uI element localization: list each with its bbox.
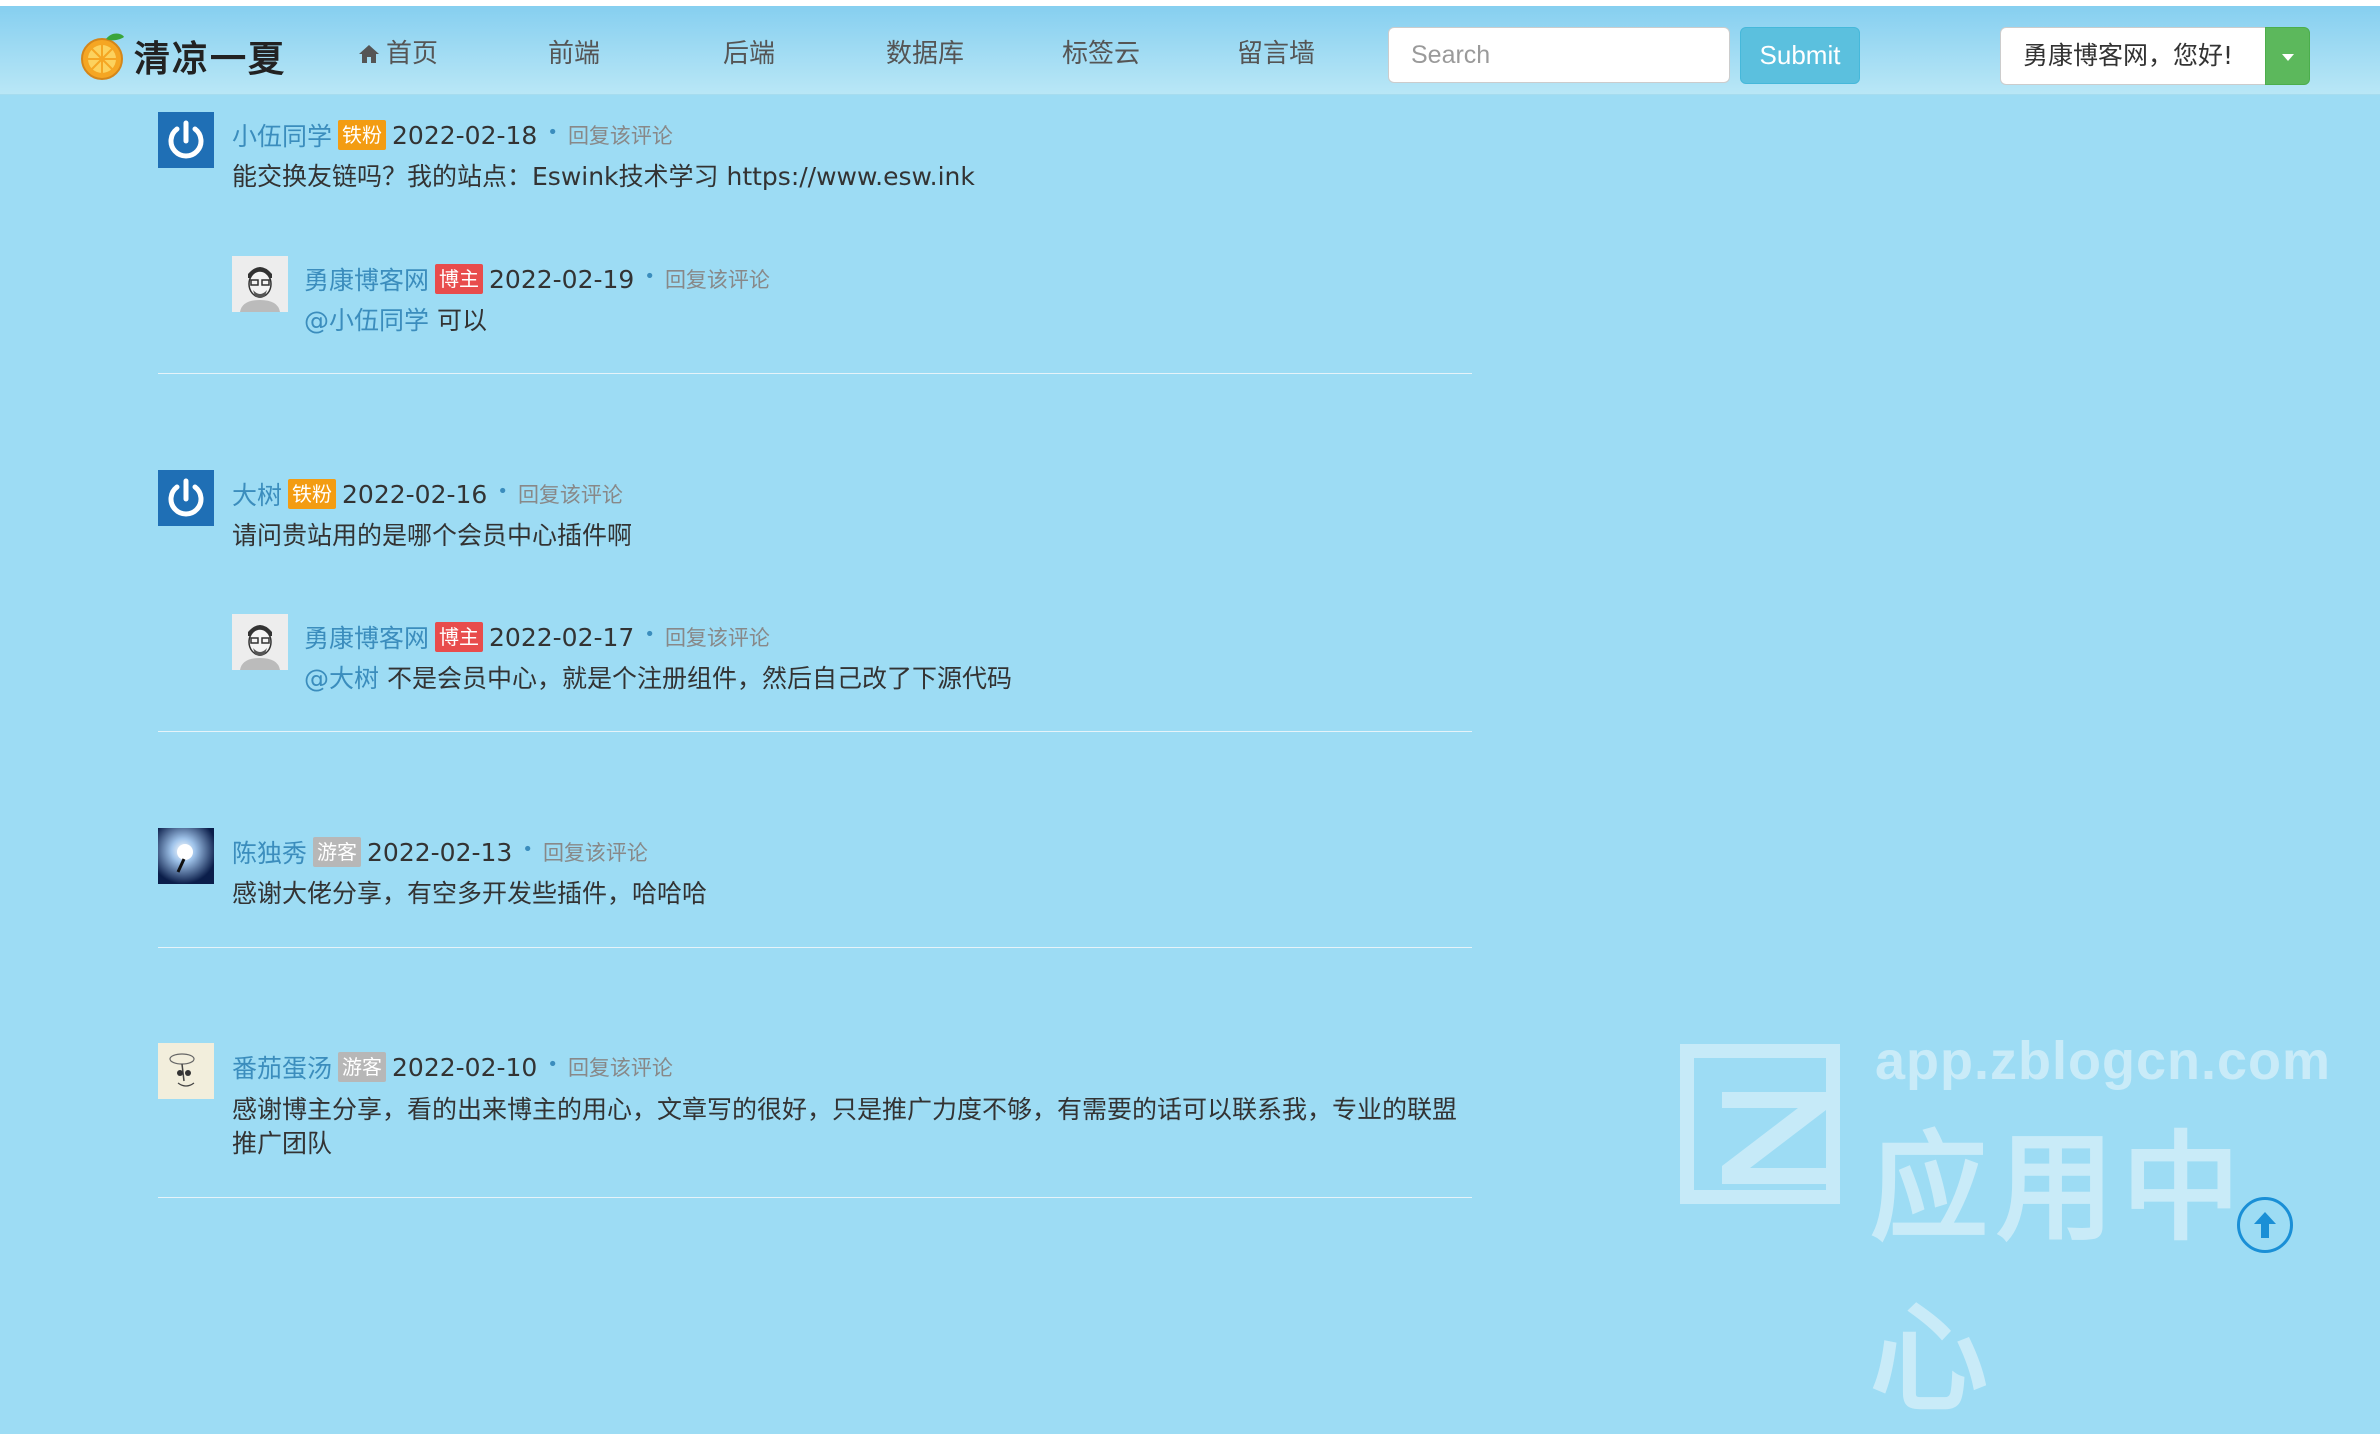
nav-database-label: 数据库 bbox=[886, 39, 965, 69]
reply-comment-link[interactable]: 回复该评论 bbox=[568, 120, 673, 150]
dot-separator-icon: • bbox=[644, 623, 655, 645]
reply-comment-link[interactable]: 回复该评论 bbox=[665, 622, 770, 652]
site-logo[interactable]: 清凉一夏 bbox=[78, 26, 286, 86]
guest-badge: 游客 bbox=[338, 1052, 387, 1082]
reply-text: @小伍同学 可以 bbox=[304, 304, 487, 338]
reply-comment-link[interactable]: 回复该评论 bbox=[543, 837, 648, 867]
dot-separator-icon: • bbox=[644, 265, 655, 287]
nav-backend-label: 后端 bbox=[723, 39, 776, 69]
comment-date: 2022-02-10 bbox=[392, 1052, 538, 1082]
navbar: 清凉一夏 首页 前端 后端 数据库 标签云 留言墙 Submit 勇康博客网，您… bbox=[0, 6, 2380, 95]
mention-link[interactable]: @小伍同学 bbox=[304, 306, 429, 335]
arrow-up-icon bbox=[2254, 1212, 2276, 1238]
reply-header: 勇康博客网 博主 2022-02-19 • 回复该评论 bbox=[304, 261, 770, 297]
power-avatar-icon[interactable] bbox=[158, 112, 214, 168]
nav-frontend[interactable]: 前端 bbox=[548, 34, 600, 74]
reply-text-content: 可以 bbox=[429, 306, 487, 335]
user-menu-dropdown-toggle[interactable] bbox=[2265, 27, 2310, 85]
nav-guestbook-label: 留言墙 bbox=[1237, 39, 1316, 69]
comment-text: 感谢博主分享，看的出来博主的用心，文章写的很好，只是推广力度不够，有需要的话可以… bbox=[232, 1095, 1458, 1158]
reply-text: @大树 不是会员中心，就是个注册组件，然后自己改了下源代码 bbox=[304, 662, 1012, 696]
nav-database[interactable]: 数据库 bbox=[886, 34, 964, 74]
comment-author[interactable]: 番茄蛋汤 bbox=[232, 1049, 332, 1085]
fan-badge: 铁粉 bbox=[288, 479, 337, 509]
host-badge: 博主 bbox=[435, 622, 484, 652]
nav-home-label: 首页 bbox=[386, 39, 439, 69]
nav-frontend-label: 前端 bbox=[548, 39, 601, 69]
nav-tag-cloud-label: 标签云 bbox=[1062, 39, 1141, 69]
comment-divider bbox=[158, 947, 1472, 948]
comment-header: 番茄蛋汤 游客 2022-02-10 • 回复该评论 bbox=[232, 1049, 673, 1085]
submit-button[interactable]: Submit bbox=[1740, 27, 1860, 84]
nav-tag-cloud[interactable]: 标签云 bbox=[1062, 34, 1140, 74]
blogger-avatar-icon[interactable] bbox=[232, 614, 288, 670]
reply-date: 2022-02-19 bbox=[489, 264, 635, 294]
comment-text: 请问贵站用的是哪个会员中心插件啊 bbox=[232, 521, 633, 550]
sketch-avatar-icon[interactable] bbox=[158, 1043, 214, 1099]
back-to-top-button[interactable] bbox=[2237, 1197, 2293, 1253]
comment-author[interactable]: 大树 bbox=[232, 476, 282, 512]
comment-text: 能交换友链吗？我的站点：Eswink技术学习 https://www.esw.i… bbox=[232, 162, 975, 191]
nav-guestbook[interactable]: 留言墙 bbox=[1237, 34, 1315, 74]
comment-header: 小伍同学 铁粉 2022-02-18 • 回复该评论 bbox=[232, 117, 673, 153]
dot-separator-icon: • bbox=[522, 838, 533, 860]
comment-divider bbox=[158, 373, 1472, 374]
comment-divider bbox=[158, 731, 1472, 732]
reply-comment-link[interactable]: 回复该评论 bbox=[568, 1052, 673, 1082]
watermark-text: 应用中心 bbox=[1870, 1119, 2249, 1428]
comment-date: 2022-02-13 bbox=[367, 837, 513, 867]
home-icon bbox=[359, 45, 379, 63]
mention-link[interactable]: @大树 bbox=[304, 664, 379, 693]
reply-author[interactable]: 勇康博客网 bbox=[304, 261, 429, 297]
comment-date: 2022-02-18 bbox=[392, 120, 538, 150]
comment-header: 陈独秀 游客 2022-02-13 • 回复该评论 bbox=[232, 834, 648, 870]
fan-badge: 铁粉 bbox=[338, 120, 387, 150]
blogger-avatar-icon[interactable] bbox=[232, 256, 288, 312]
comment-date: 2022-02-16 bbox=[342, 479, 488, 509]
reply-date: 2022-02-17 bbox=[489, 622, 635, 652]
dot-separator-icon: • bbox=[547, 121, 558, 143]
reply-text-content: 不是会员中心，就是个注册组件，然后自己改了下源代码 bbox=[379, 664, 1012, 693]
watermark-z-logo-icon bbox=[1680, 1044, 1840, 1204]
nav-backend[interactable]: 后端 bbox=[723, 34, 775, 74]
watermark-url: app.zblogcn.com bbox=[1875, 1031, 2332, 1091]
comment-author[interactable]: 陈独秀 bbox=[232, 834, 307, 870]
reply-comment-link[interactable]: 回复该评论 bbox=[665, 264, 770, 294]
user-menu-button[interactable]: 勇康博客网，您好! bbox=[2000, 27, 2265, 85]
comment-header: 大树 铁粉 2022-02-16 • 回复该评论 bbox=[232, 476, 623, 512]
comment-text: 感谢大佬分享，有空多开发些插件，哈哈哈 bbox=[232, 879, 708, 908]
orange-logo-icon bbox=[78, 31, 128, 81]
reply-header: 勇康博客网 博主 2022-02-17 • 回复该评论 bbox=[304, 619, 770, 655]
reply-comment-link[interactable]: 回复该评论 bbox=[518, 479, 623, 509]
power-avatar-icon[interactable] bbox=[158, 470, 214, 526]
dot-separator-icon: • bbox=[497, 480, 508, 502]
reply-author[interactable]: 勇康博客网 bbox=[304, 619, 429, 655]
comment-author[interactable]: 小伍同学 bbox=[232, 117, 332, 153]
search-input[interactable] bbox=[1388, 27, 1730, 83]
host-badge: 博主 bbox=[435, 264, 484, 294]
guest-badge: 游客 bbox=[313, 837, 362, 867]
caret-down-icon bbox=[2282, 54, 2294, 61]
nav-home[interactable]: 首页 bbox=[358, 34, 438, 74]
lightbulb-avatar-icon[interactable] bbox=[158, 828, 214, 884]
dot-separator-icon: • bbox=[547, 1053, 558, 1075]
comment-divider bbox=[158, 1197, 1472, 1198]
logo-text: 清凉一夏 bbox=[134, 38, 287, 80]
